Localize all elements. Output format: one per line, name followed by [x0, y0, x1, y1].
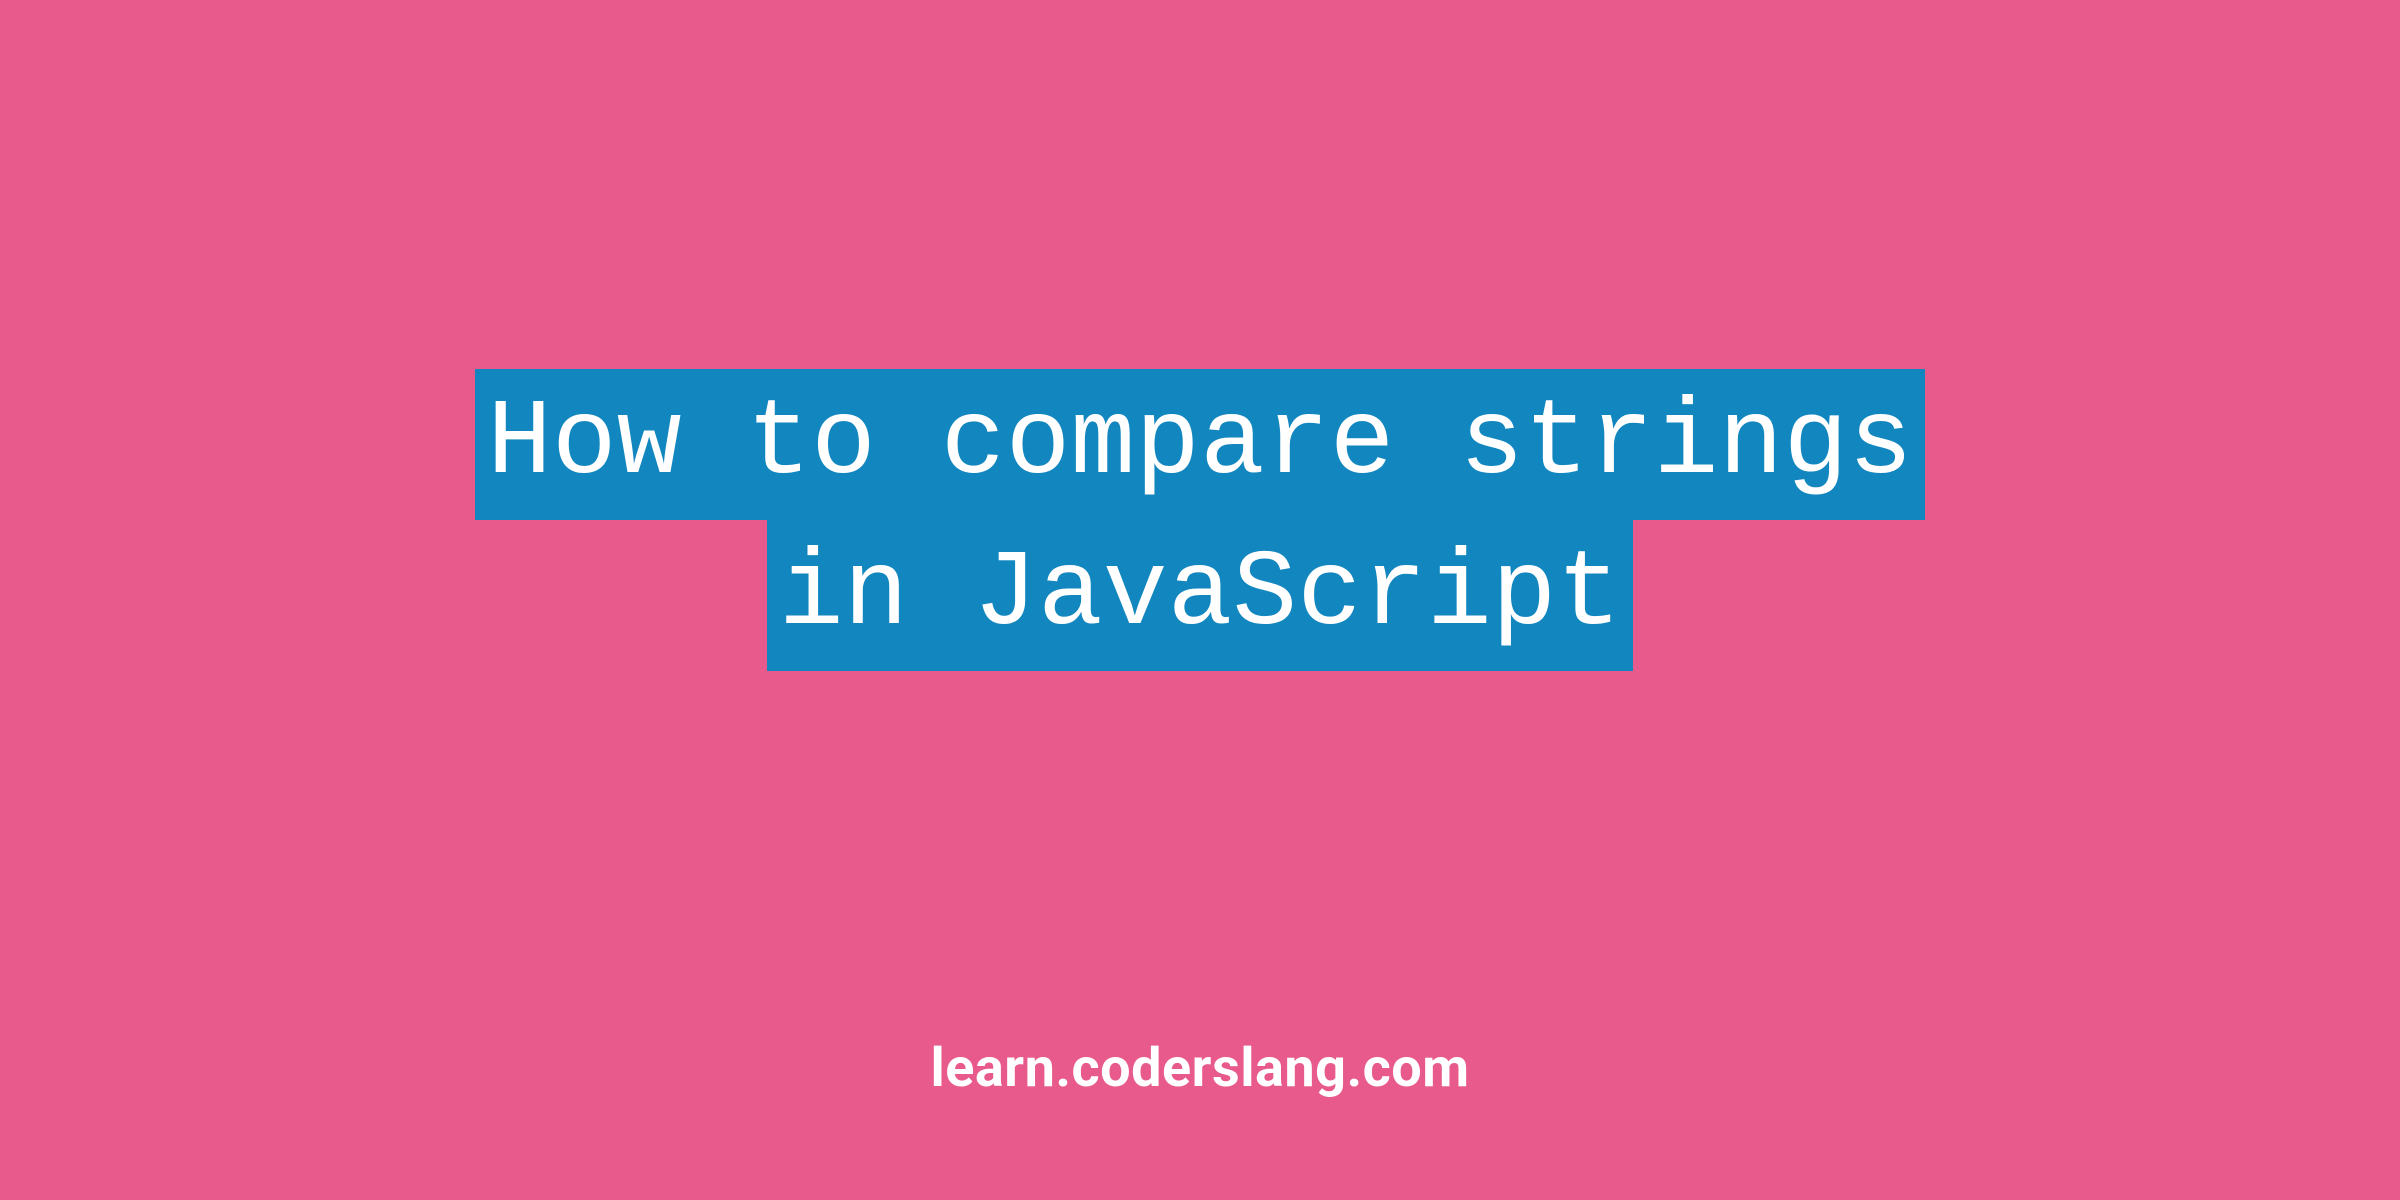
footer-url: learn.coderslang.com [930, 1037, 1469, 1100]
title-line-2: in JavaScript [767, 520, 1634, 671]
title-container: How to compare strings in JavaScript [475, 369, 1925, 671]
title-line-1: How to compare strings [475, 369, 1925, 520]
